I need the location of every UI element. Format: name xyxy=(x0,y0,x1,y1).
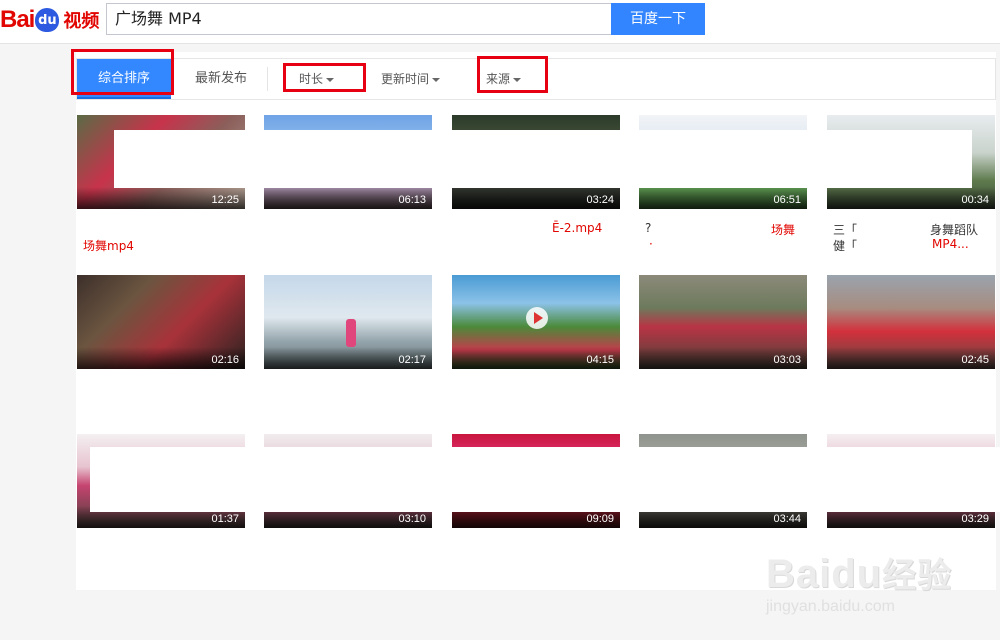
duration-badge: 04:15 xyxy=(586,354,614,366)
video-thumbnail[interactable]: 02:45 xyxy=(827,275,995,369)
video-thumbnail[interactable]: 03:03 xyxy=(639,275,807,369)
divider xyxy=(267,67,268,91)
video-card[interactable]: 04:15 xyxy=(452,275,620,420)
video-title-part[interactable]: 健「 xyxy=(833,237,857,254)
video-title[interactable]: 场舞mp4 xyxy=(83,237,134,254)
video-thumbnail[interactable]: 02:16 xyxy=(77,275,245,369)
paw-icon: du xyxy=(831,552,883,596)
duration-badge: 12:25 xyxy=(211,194,239,206)
search-button[interactable]: 百度一下 xyxy=(611,3,705,35)
watermark-cn: 经验 xyxy=(882,557,953,595)
duration-badge: 02:45 xyxy=(961,354,989,366)
filter-update-time[interactable]: 更新时间 xyxy=(381,59,441,99)
video-thumbnail[interactable]: 04:15 xyxy=(452,275,620,369)
duration-badge: 03:44 xyxy=(773,513,801,525)
baidu-jingyan-watermark: Baidu经验 jingyan.baidu.com xyxy=(766,548,953,615)
duration-badge: 02:17 xyxy=(398,354,426,366)
video-title-part[interactable]: 场舞 xyxy=(771,221,795,238)
paw-icon: du xyxy=(35,8,60,32)
watermark-text: Bai xyxy=(766,552,832,596)
duration-badge: 03:24 xyxy=(586,194,614,206)
highlight-box-duration xyxy=(283,63,366,92)
logo-text: Bai xyxy=(0,6,35,33)
page: Bai du 视频 广场舞 MP4 百度一下 综合排序 最新发布 时长 更新时间… xyxy=(0,0,1000,640)
search-input[interactable]: 广场舞 MP4 xyxy=(106,3,611,35)
highlight-box-sort xyxy=(71,49,174,95)
video-card[interactable]: 03:03 xyxy=(639,275,807,420)
video-title-part[interactable]: ? xyxy=(645,221,651,235)
duration-badge: 03:29 xyxy=(961,513,989,525)
play-icon[interactable] xyxy=(526,307,548,329)
filter-update-time-label: 更新时间 xyxy=(381,72,430,86)
video-title-part[interactable]: MP4... xyxy=(932,237,969,251)
video-title[interactable]: Ē-2.mp4 xyxy=(552,221,602,235)
baidu-video-logo[interactable]: Bai du 视频 xyxy=(0,2,99,38)
duration-badge: 06:13 xyxy=(398,194,426,206)
video-title-part[interactable]: 身舞蹈队 xyxy=(930,221,978,238)
tab-latest[interactable]: 最新发布 xyxy=(181,59,261,99)
duration-badge: 09:09 xyxy=(586,513,614,525)
logo-subtitle: 视频 xyxy=(63,11,100,32)
redaction-mask xyxy=(90,447,1000,512)
duration-badge: 02:16 xyxy=(211,354,239,366)
duration-badge: 01:37 xyxy=(211,513,239,525)
video-thumbnail[interactable]: 02:17 xyxy=(264,275,432,369)
watermark-url: jingyan.baidu.com xyxy=(766,598,895,615)
redaction-mask xyxy=(114,130,972,188)
duration-badge: 00:34 xyxy=(961,194,989,206)
duration-badge: 03:03 xyxy=(773,354,801,366)
video-title-part[interactable]: · xyxy=(649,237,653,251)
video-title-part[interactable]: 三「 xyxy=(833,221,857,238)
video-card[interactable]: 02:16 xyxy=(77,275,245,420)
duration-badge: 03:10 xyxy=(398,513,426,525)
video-card[interactable]: 02:45 xyxy=(827,275,995,420)
header: Bai du 视频 广场舞 MP4 百度一下 xyxy=(0,0,1000,44)
caret-down-icon xyxy=(432,77,441,82)
video-card[interactable]: 02:17 xyxy=(264,275,432,420)
duration-badge: 06:51 xyxy=(773,194,801,206)
highlight-box-source xyxy=(477,56,548,93)
